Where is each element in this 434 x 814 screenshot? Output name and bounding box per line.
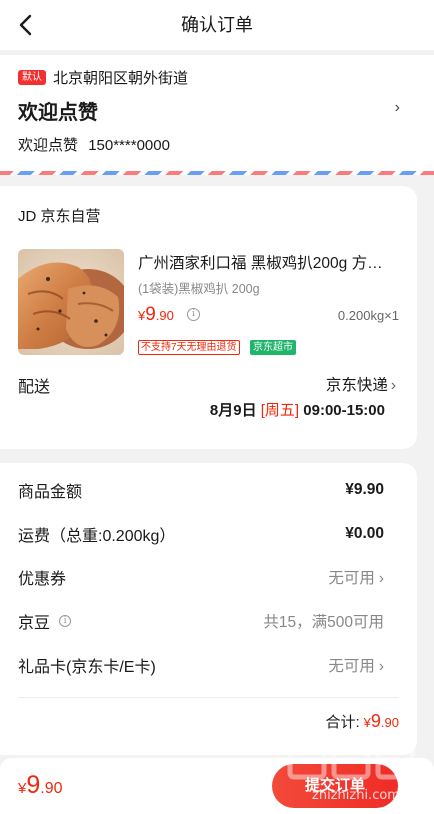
chevron-right-icon: ›: [390, 377, 396, 394]
fee-row-goods: 商品金额 ¥9.90: [18, 478, 384, 502]
page-title: 确认订单: [181, 15, 253, 35]
fee-row-coupon[interactable]: 优惠券 无可用 ›: [18, 565, 384, 589]
delivery-method-label: 京东快递: [325, 377, 388, 394]
fee-label: 京豆 i: [18, 609, 72, 633]
address-contact: 欢迎点赞 150****0000: [18, 134, 170, 155]
subtotal-price: ¥ 9 .90: [364, 711, 399, 732]
jingdou-label: 京豆: [18, 615, 51, 632]
shop-card: JD 京东自营 广州酒家利口福 黑椒鸡扒200g 方便菜 (1袋装)黑椒鸡扒 2…: [0, 186, 417, 449]
divider: [18, 697, 399, 698]
subtotal-decimal: .90: [380, 715, 399, 730]
fee-card: 商品金额 ¥9.90 运费（总重:0.200kg） ¥0.00 优惠券 无可用 ›…: [0, 463, 417, 755]
bottom-bar: ¥ 9 .90 提交订单: [0, 758, 434, 814]
contact-phone: 150****0000: [88, 137, 170, 154]
delivery-weekday: [周五]: [260, 402, 300, 419]
fee-value: ¥9.90: [345, 481, 384, 498]
address-region: 北京朝阳区朝外街道: [53, 69, 189, 87]
chevron-right-icon: ›: [378, 570, 384, 587]
price-decimal: .90: [155, 308, 174, 323]
total-decimal: .90: [40, 780, 63, 797]
product-spec: (1袋装)黑椒鸡扒 200g: [138, 282, 260, 296]
fee-value: ¥0.00: [345, 525, 384, 542]
fee-row-giftcard[interactable]: 礼品卡(京东卡/E卡) 无可用 ›: [18, 653, 384, 677]
product-image[interactable]: [18, 249, 124, 355]
delivery-timeslot: 09:00-15:00: [303, 402, 385, 419]
subtotal-integer: 9: [370, 711, 381, 731]
subtotal-currency: ¥: [363, 715, 371, 730]
product-quantity: 0.200kg×1: [337, 308, 399, 323]
address-region-line: 默认 北京朝阳区朝外街道: [18, 67, 188, 87]
subtotal: 合计: ¥ 9 .90: [326, 711, 400, 732]
fee-row-jingdou[interactable]: 京豆 i 共15，满500可用: [18, 609, 384, 633]
delivery-time[interactable]: 8月9日 [周五] 09:00-15:00: [210, 399, 385, 420]
airmail-border: [0, 171, 434, 175]
fee-row-shipping: 运费（总重:0.200kg） ¥0.00: [18, 522, 384, 546]
fee-label: 优惠券: [18, 571, 67, 588]
fee-value: 无可用 ›: [328, 654, 384, 676]
total-price: ¥ 9 .90: [18, 771, 63, 800]
nav-bar: 确认订单: [0, 0, 434, 50]
subtotal-label: 合计:: [325, 714, 360, 731]
product-price: ¥ 9 .90: [138, 304, 174, 326]
product-title[interactable]: 广州酒家利口福 黑椒鸡扒200g 方便菜 半成品: [138, 251, 396, 273]
delivery-method[interactable]: 京东快递 ›: [326, 373, 396, 395]
contact-name: 欢迎点赞: [18, 137, 79, 154]
fee-label: 商品金额: [18, 484, 83, 501]
info-icon[interactable]: i: [187, 308, 200, 321]
delivery-date: 8月9日: [209, 402, 257, 419]
fee-value: 共15，满500可用: [263, 614, 384, 631]
fee-label: 运费（总重:0.200kg）: [18, 528, 176, 545]
default-address-badge: 默认: [18, 69, 46, 85]
jd-market-tag: 京东超市: [250, 340, 296, 355]
shop-name: JD 京东自营: [18, 208, 101, 225]
total-integer: 9: [26, 771, 41, 799]
giftcard-status: 无可用: [328, 658, 375, 675]
chevron-right-icon: ›: [378, 658, 384, 675]
total-currency: ¥: [18, 780, 27, 797]
fee-value: 无可用 ›: [328, 566, 384, 588]
no-return-tag: 不支持7天无理由退货: [138, 340, 240, 355]
fee-label: 礼品卡(京东卡/E卡): [18, 659, 156, 676]
price-integer: 9: [145, 304, 156, 325]
chicken-steak-image: [18, 249, 124, 355]
delivery-label: 配送: [18, 379, 51, 396]
submit-order-button[interactable]: 提交订单: [272, 764, 398, 808]
info-icon[interactable]: i: [59, 615, 72, 627]
coupon-status: 无可用: [328, 570, 375, 587]
address-detail: 欢迎点赞: [18, 102, 98, 124]
price-currency: ¥: [138, 308, 146, 323]
address-card[interactable]: 默认 北京朝阳区朝外街道 欢迎点赞 › 欢迎点赞 150****0000: [0, 55, 434, 175]
chevron-right-icon: ›: [394, 99, 400, 116]
